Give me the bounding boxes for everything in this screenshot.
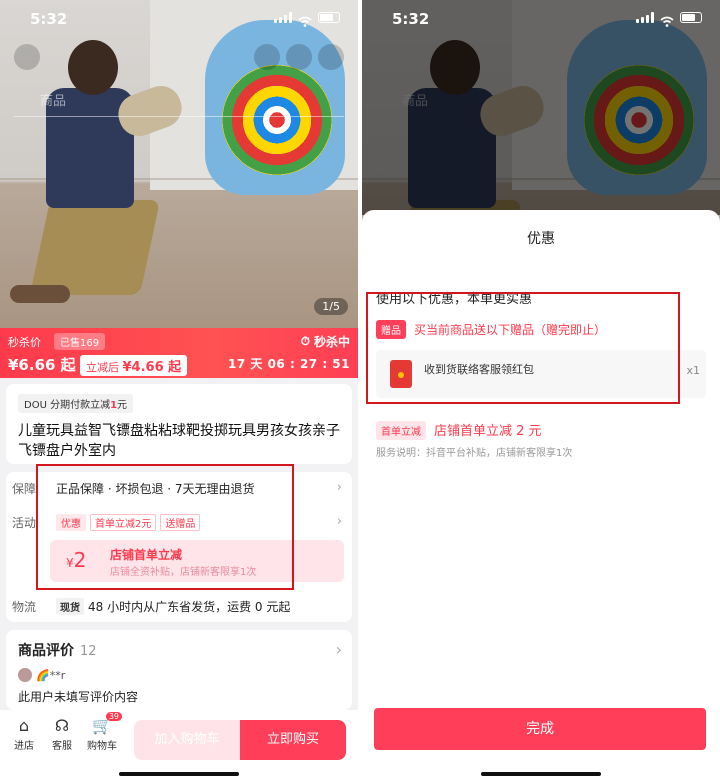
bottom-action-bar: ⌂ 进店 ☊ 客服 🛒 购物车 39 加入购物车 立即购买	[0, 710, 358, 782]
avatar	[18, 668, 32, 682]
status-time: 5:32	[392, 10, 430, 28]
battery-icon	[318, 12, 340, 23]
wifi-icon	[298, 12, 312, 27]
chevron-right-icon: ›	[335, 640, 342, 659]
product-detail-screen: 5:32 商品 1/5 秒杀价 已售169 ¥6.66 起 立减后 ¥4.66 …	[0, 0, 358, 782]
signal-icon	[636, 12, 654, 23]
first-order-discount: 首单立减 店铺首单立减 2 元	[376, 420, 542, 440]
sold-badge: 已售169	[54, 333, 106, 350]
done-button[interactable]: 完成	[374, 708, 706, 750]
store-button[interactable]: ⌂ 进店	[4, 716, 44, 752]
clock-icon: ⏱	[300, 334, 310, 348]
logistics-row[interactable]: 物流 现货 48 小时内从广东省发货，运费 0 元起	[6, 590, 352, 624]
highlight-box	[366, 292, 680, 404]
battery-icon	[680, 12, 702, 23]
price: ¥6.66 起	[8, 356, 76, 374]
discount-sheet-screen: 5:32 商品 优惠 使用以下优惠，本单更实惠 赠品买当前商品送以下赠品（赠完即…	[362, 0, 720, 782]
review-text: 此用户未填写评价内容	[18, 690, 139, 704]
reviews-card[interactable]: 商品评价 12 › 🌈**r 此用户未填写评价内容	[6, 630, 352, 710]
image-counter: 1/5	[314, 298, 348, 315]
flash-sale-label: ⏱ 秒杀中	[300, 334, 350, 349]
headset-icon: ☊	[54, 716, 70, 735]
chevron-right-icon: ›	[336, 480, 342, 495]
search-icon[interactable]	[254, 44, 280, 70]
service-note: 服务说明：抖音平台补贴，店铺新客限享1次	[376, 448, 573, 459]
service-button[interactable]: ☊ 客服	[42, 716, 82, 752]
gift-quantity: x1	[686, 364, 700, 377]
more-icon[interactable]	[318, 44, 344, 70]
product-title: 儿童玩具益智飞镖盘粘粘球靶投掷玩具男孩女孩亲子飞镖盘户外室内	[18, 423, 340, 459]
tab-product[interactable]: 商品	[40, 90, 66, 109]
add-to-cart-button[interactable]: 加入购物车	[134, 720, 240, 760]
title-card: DOU 分期付款立减1元 儿童玩具益智飞镖盘粘粘球靶投掷玩具男孩女孩亲子飞镖盘户…	[6, 384, 352, 464]
installment-badge[interactable]: DOU 分期付款立减1元	[18, 394, 134, 413]
store-icon: ⌂	[18, 716, 30, 735]
review-username: 🌈**r	[36, 668, 66, 682]
highlight-box	[36, 464, 294, 590]
cart-button[interactable]: 🛒 购物车 39	[82, 712, 122, 752]
modal-backdrop[interactable]	[362, 0, 720, 215]
buy-now-button[interactable]: 立即购买	[240, 720, 346, 760]
share-icon[interactable]	[286, 44, 312, 70]
product-image[interactable]: 商品 1/5	[0, 0, 358, 328]
first-order-tag: 首单立减	[376, 421, 426, 440]
price-label: 秒杀价	[8, 336, 41, 349]
signal-icon	[274, 12, 292, 23]
status-bar: 5:32	[0, 0, 358, 30]
discount-chip: 立减后 ¥4.66 起	[80, 355, 188, 376]
home-indicator	[481, 772, 601, 776]
status-bar: 5:32	[362, 0, 720, 30]
sheet-title: 优惠	[527, 231, 555, 247]
dartboard-image	[222, 65, 332, 175]
reviews-title: 商品评价 12	[18, 643, 97, 659]
countdown: 17 天 06 : 27 : 51	[228, 357, 350, 371]
chevron-right-icon: ›	[336, 514, 342, 529]
flash-sale-bar: 秒杀价 已售169 ¥6.66 起 立减后 ¥4.66 起 ⏱ 秒杀中 17 天 …	[0, 328, 358, 378]
status-time: 5:32	[30, 10, 68, 28]
back-icon[interactable]	[14, 44, 40, 70]
cart-count-badge: 39	[105, 712, 122, 721]
wifi-icon	[660, 12, 674, 27]
home-indicator	[119, 772, 239, 776]
